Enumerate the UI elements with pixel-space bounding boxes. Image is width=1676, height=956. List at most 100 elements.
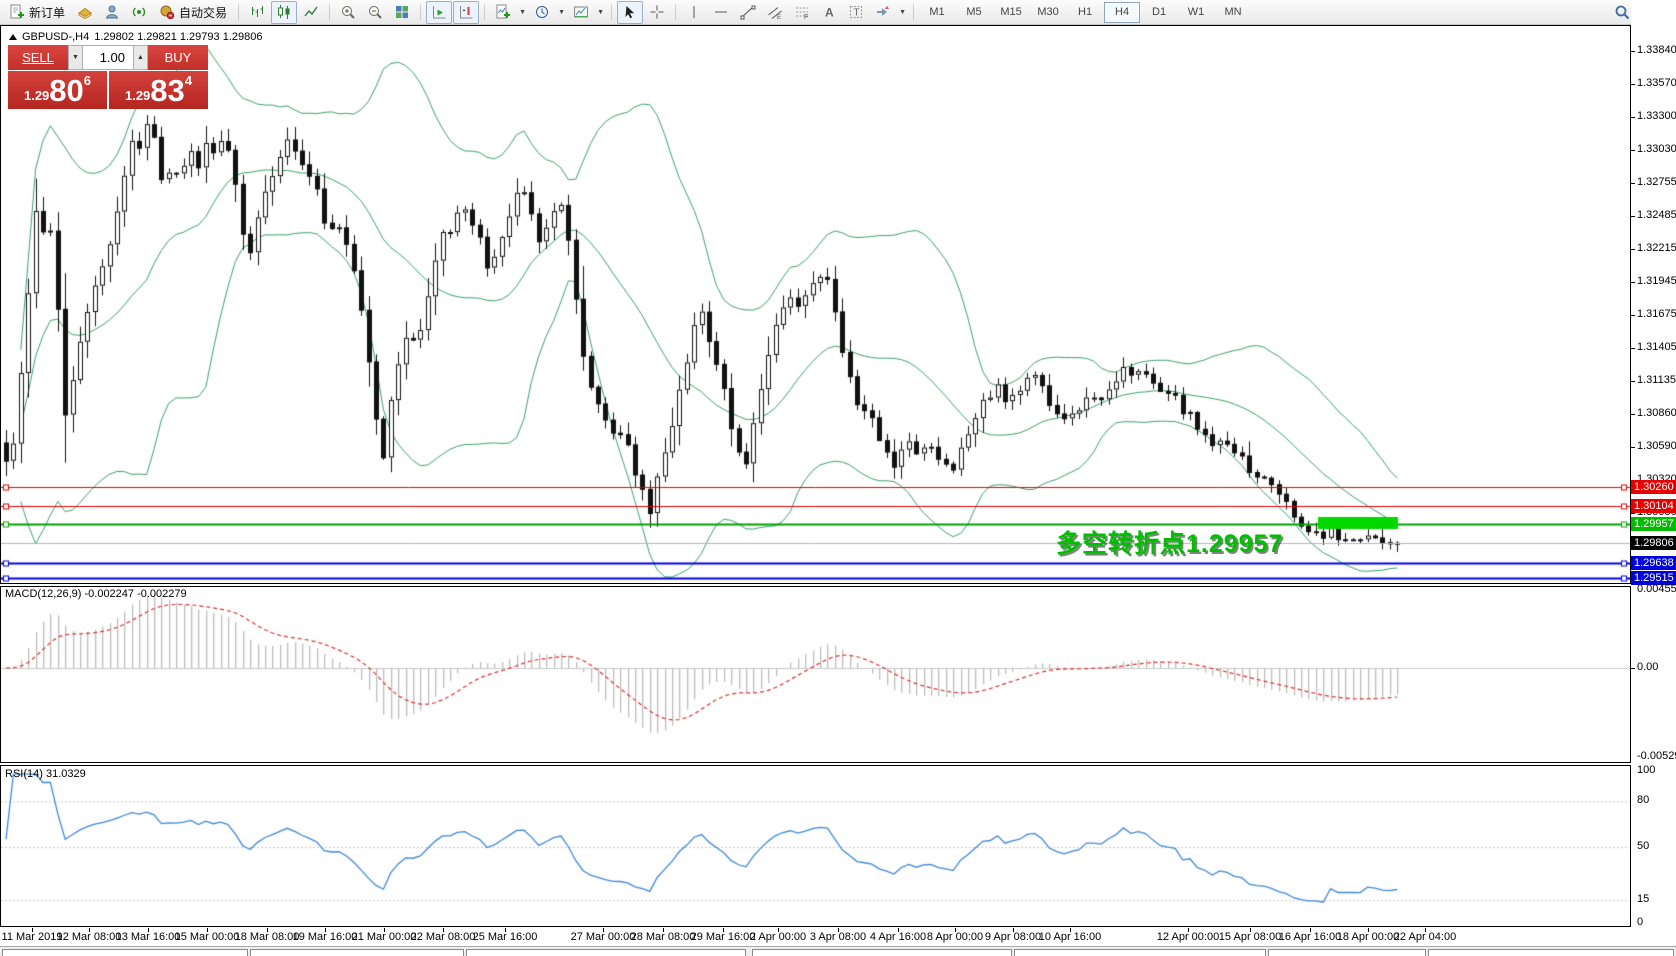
new-order-icon bbox=[9, 4, 25, 20]
collapse-triangle-icon[interactable] bbox=[9, 34, 17, 40]
auto-scroll-button[interactable] bbox=[426, 1, 452, 24]
timeframe-button-m15[interactable]: M15 bbox=[993, 2, 1029, 23]
hline-price-label: 1.29638 bbox=[1631, 556, 1676, 570]
auto-trading-icon bbox=[159, 4, 175, 20]
arrows-button[interactable] bbox=[870, 1, 896, 24]
svg-text:T: T bbox=[854, 8, 860, 19]
zoom-out-button[interactable] bbox=[362, 1, 388, 24]
chart-shift-icon bbox=[458, 4, 474, 20]
bar-chart-button[interactable] bbox=[244, 1, 270, 24]
time-tick-label: 18 Mar 08:00 bbox=[235, 931, 300, 943]
window-tab[interactable] bbox=[1268, 949, 1426, 956]
marketplace-icon bbox=[77, 4, 93, 20]
top-toolbar: 新订单 自动交易 bbox=[0, 0, 1676, 25]
sell-button[interactable]: SELL bbox=[8, 45, 68, 70]
price-tick-mark bbox=[1631, 447, 1635, 448]
marketplace-button[interactable] bbox=[72, 1, 98, 24]
new-order-label: 新订单 bbox=[29, 4, 65, 21]
timeframe-button-m5[interactable]: M5 bbox=[956, 2, 992, 23]
macd-canvas[interactable] bbox=[1, 587, 1630, 762]
text-button[interactable]: A bbox=[816, 1, 842, 24]
hline-price-label: 1.30104 bbox=[1631, 499, 1676, 513]
trendline-button[interactable] bbox=[735, 1, 761, 24]
toolbar-separator bbox=[420, 4, 421, 21]
volume-input[interactable] bbox=[83, 45, 133, 70]
volume-increase-button[interactable]: ▲ bbox=[133, 45, 148, 70]
line-chart-button[interactable] bbox=[298, 1, 324, 24]
time-tick-label: 8 Apr 00:00 bbox=[927, 931, 983, 943]
templates-button[interactable] bbox=[568, 1, 594, 24]
indicators-button[interactable] bbox=[490, 1, 516, 24]
cursor-button[interactable] bbox=[617, 1, 643, 24]
profile-button[interactable] bbox=[99, 1, 125, 24]
timeframe-button-h4[interactable]: H4 bbox=[1104, 2, 1140, 23]
auto-trading-button[interactable]: 自动交易 bbox=[153, 1, 233, 24]
time-tick-label: 18 Apr 00:00 bbox=[1337, 931, 1399, 943]
zoom-in-button[interactable] bbox=[335, 1, 361, 24]
time-tick-label: 13 Mar 16:00 bbox=[116, 931, 181, 943]
zoom-in-icon bbox=[340, 4, 356, 20]
periods-dropdown-arrow[interactable]: ▼ bbox=[556, 2, 567, 23]
timeframe-button-d1[interactable]: D1 bbox=[1141, 2, 1177, 23]
channel-icon: E bbox=[767, 4, 783, 20]
price-tick-label: 1.30590 bbox=[1637, 440, 1676, 452]
price-tick-mark bbox=[1631, 348, 1635, 349]
price-tick-label: 1.33300 bbox=[1637, 110, 1676, 122]
toolbar-separator bbox=[611, 4, 612, 21]
arrows-dropdown-arrow[interactable]: ▼ bbox=[897, 2, 908, 23]
vertical-line-button[interactable] bbox=[681, 1, 707, 24]
zoom-out-icon bbox=[367, 4, 383, 20]
volume-decrease-button[interactable]: ▼ bbox=[68, 45, 83, 70]
timeframe-button-mn[interactable]: MN bbox=[1215, 2, 1251, 23]
window-tab[interactable] bbox=[1428, 949, 1674, 956]
tile-windows-button[interactable] bbox=[389, 1, 415, 24]
price-axis[interactable]: 1.338401.335701.333001.330301.327551.324… bbox=[1631, 0, 1676, 956]
macd-scale-top: 0.004551 bbox=[1637, 583, 1676, 595]
candlestick-chart-button[interactable] bbox=[271, 1, 297, 24]
hline-price-label: 1.30260 bbox=[1631, 480, 1676, 494]
auto-trading-label: 自动交易 bbox=[179, 4, 227, 21]
timeframe-button-m1[interactable]: M1 bbox=[919, 2, 955, 23]
templates-dropdown-arrow[interactable]: ▼ bbox=[595, 2, 606, 23]
new-order-button[interactable]: 新订单 bbox=[3, 1, 71, 24]
window-tab[interactable] bbox=[2, 949, 248, 956]
buy-button[interactable]: BUY bbox=[148, 45, 208, 70]
time-tick-label: 10 Apr 16:00 bbox=[1039, 931, 1101, 943]
sell-price[interactable]: 1.29806 bbox=[8, 71, 107, 109]
chart-title: GBPUSD-,H4 1.29802 1.29821 1.29793 1.298… bbox=[9, 31, 262, 43]
price-tick-mark bbox=[1631, 249, 1635, 250]
signals-button[interactable] bbox=[126, 1, 152, 24]
channel-button[interactable]: E bbox=[762, 1, 788, 24]
price-tick-mark bbox=[1631, 117, 1635, 118]
buy-price-big: 83 bbox=[150, 76, 184, 106]
window-tab[interactable] bbox=[752, 949, 1012, 956]
window-tab[interactable] bbox=[466, 949, 746, 956]
macd-value-signal: -0.002279 bbox=[137, 588, 187, 600]
chart-ohlc-values: 1.29802 1.29821 1.29793 1.29806 bbox=[94, 31, 262, 43]
price-tick-mark bbox=[1631, 150, 1635, 151]
price-tick-label: 1.31405 bbox=[1637, 341, 1676, 353]
timeframe-button-w1[interactable]: W1 bbox=[1178, 2, 1214, 23]
horizontal-line-button[interactable] bbox=[708, 1, 734, 24]
indicators-dropdown-arrow[interactable]: ▼ bbox=[517, 2, 528, 23]
window-tab[interactable] bbox=[1014, 949, 1266, 956]
time-tick-label: 11 Mar 2019 bbox=[2, 931, 63, 943]
timeframe-button-h1[interactable]: H1 bbox=[1067, 2, 1103, 23]
rsi-canvas[interactable] bbox=[1, 766, 1630, 926]
price-tick-label: 1.32485 bbox=[1637, 209, 1676, 221]
crosshair-button[interactable] bbox=[644, 1, 670, 24]
time-tick-label: 3 Apr 08:00 bbox=[810, 931, 866, 943]
timeframe-button-m30[interactable]: M30 bbox=[1030, 2, 1066, 23]
buy-price[interactable]: 1.29834 bbox=[109, 71, 208, 109]
time-tick-label: 19 Mar 16:00 bbox=[293, 931, 358, 943]
fibonacci-button[interactable]: F bbox=[789, 1, 815, 24]
rsi-scale-label: 15 bbox=[1637, 893, 1649, 905]
rsi-scale-label: 80 bbox=[1637, 794, 1649, 806]
time-tick-label: 29 Mar 16:00 bbox=[691, 931, 756, 943]
time-axis[interactable]: 11 Mar 201912 Mar 08:0013 Mar 16:0015 Ma… bbox=[0, 928, 1631, 945]
text-label-button[interactable]: T bbox=[843, 1, 869, 24]
periods-button[interactable] bbox=[529, 1, 555, 24]
main-chart-canvas[interactable] bbox=[1, 26, 1630, 583]
chart-shift-button[interactable] bbox=[453, 1, 479, 24]
window-tab[interactable] bbox=[250, 949, 464, 956]
